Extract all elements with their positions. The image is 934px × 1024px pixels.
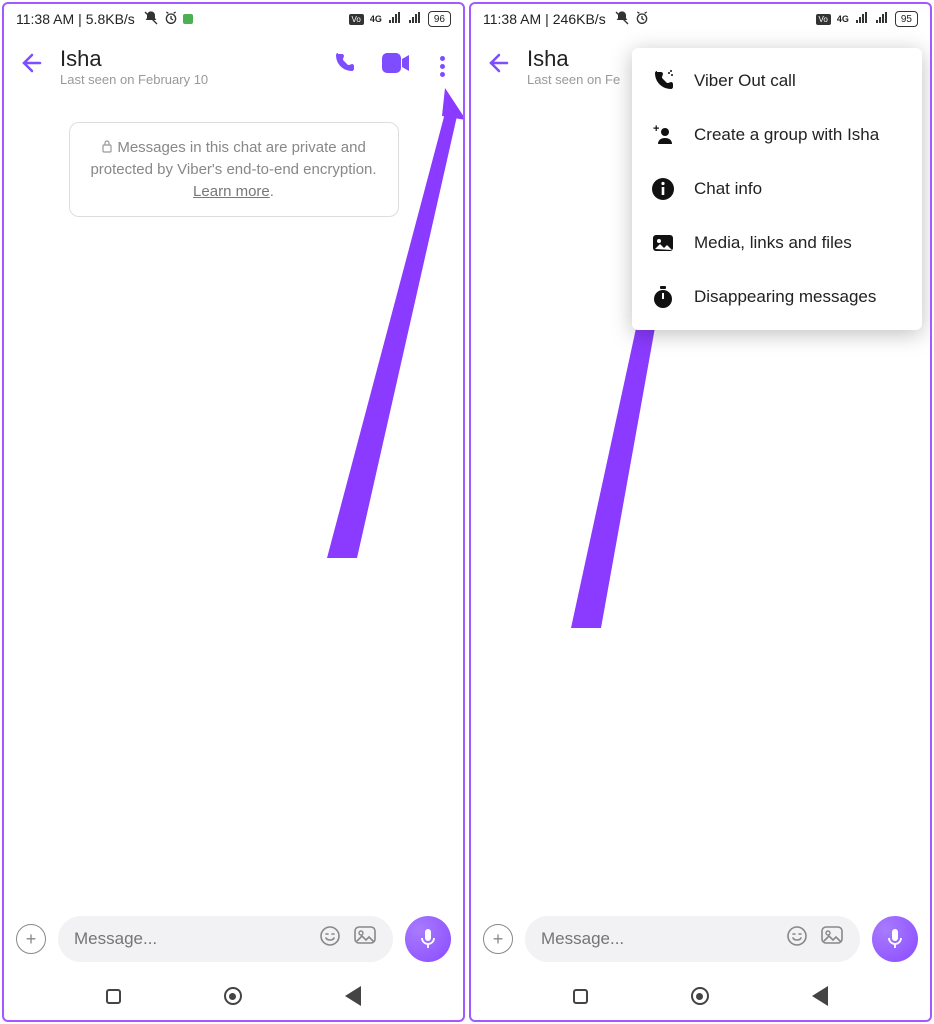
back-nav-button[interactable]	[812, 986, 828, 1006]
encryption-text: Messages in this chat are private and pr…	[90, 139, 376, 178]
android-nav-bar	[471, 972, 930, 1020]
volte-icon: Vo	[816, 14, 831, 25]
volte-icon: Vo	[349, 14, 364, 25]
status-bar: 11:38 AM | 246KB/s Vo 4G 95	[471, 4, 930, 34]
lock-icon	[101, 139, 117, 156]
menu-label: Disappearing messages	[694, 287, 876, 307]
attach-button[interactable]: +	[16, 924, 46, 954]
phone-out-icon	[650, 68, 676, 94]
gallery-button[interactable]	[820, 925, 844, 953]
menu-viber-out-call[interactable]: Viber Out call	[632, 54, 922, 108]
emoji-button[interactable]	[786, 925, 808, 953]
menu-label: Create a group with Isha	[694, 125, 879, 145]
chat-header: Isha Last seen on February 10	[4, 34, 463, 98]
timer-icon	[650, 284, 676, 310]
group-add-icon: +	[650, 122, 676, 148]
menu-chat-info[interactable]: Chat info	[632, 162, 922, 216]
status-time: 11:38 AM	[483, 11, 541, 27]
recent-apps-button[interactable]	[106, 989, 121, 1004]
learn-more-link[interactable]: Learn more	[193, 183, 270, 200]
signal-icon	[388, 12, 402, 27]
home-button[interactable]	[224, 987, 242, 1005]
menu-label: Chat info	[694, 179, 762, 199]
menu-label: Viber Out call	[694, 71, 796, 91]
media-icon	[650, 230, 676, 256]
menu-media[interactable]: Media, links and files	[632, 216, 922, 270]
signal-icon	[855, 12, 869, 27]
message-input-bar: +	[4, 906, 463, 972]
status-bar: 11:38 AM | 5.8KB/s Vo 4G 96	[4, 4, 463, 34]
menu-disappearing[interactable]: Disappearing messages	[632, 270, 922, 324]
bell-off-icon	[143, 10, 159, 29]
chat-messages-area: Messages in this chat are private and pr…	[4, 98, 463, 906]
phone-right: 11:38 AM | 246KB/s Vo 4G 95	[469, 2, 932, 1022]
status-speed: 5.8KB/s	[86, 11, 135, 27]
message-input-bar: +	[471, 906, 930, 972]
bell-off-icon	[614, 10, 630, 29]
emoji-button[interactable]	[319, 925, 341, 953]
signal-icon-2	[408, 12, 422, 27]
encryption-notice[interactable]: Messages in this chat are private and pr…	[69, 122, 399, 217]
4g-label: 4G	[837, 14, 849, 24]
voice-message-button[interactable]	[405, 916, 451, 962]
menu-create-group[interactable]: + Create a group with Isha	[632, 108, 922, 162]
message-input[interactable]	[74, 929, 307, 949]
back-nav-button[interactable]	[345, 986, 361, 1006]
svg-text:+: +	[653, 123, 659, 135]
phone-left: 11:38 AM | 5.8KB/s Vo 4G 96	[2, 2, 465, 1022]
video-call-button[interactable]	[382, 53, 410, 79]
contact-name: Isha	[60, 46, 314, 72]
home-button[interactable]	[691, 987, 709, 1005]
recent-apps-button[interactable]	[573, 989, 588, 1004]
signal-icon-2	[875, 12, 889, 27]
android-nav-bar	[4, 972, 463, 1020]
message-input[interactable]	[541, 929, 774, 949]
options-menu: Viber Out call + Create a group with Ish…	[632, 48, 922, 330]
battery-icon: 96	[428, 11, 451, 27]
back-button[interactable]	[485, 51, 509, 82]
voice-call-button[interactable]	[332, 51, 356, 81]
attach-button[interactable]: +	[483, 924, 513, 954]
status-sep: |	[78, 11, 82, 27]
gallery-button[interactable]	[353, 925, 377, 953]
alarm-icon	[163, 10, 179, 29]
status-sep: |	[545, 11, 549, 27]
leaf-icon	[183, 14, 193, 24]
contact-info[interactable]: Isha Last seen on February 10	[60, 46, 314, 87]
alarm-icon	[634, 10, 650, 29]
last-seen: Last seen on February 10	[60, 72, 314, 87]
voice-message-button[interactable]	[872, 916, 918, 962]
status-time: 11:38 AM	[16, 11, 74, 27]
more-options-button[interactable]	[436, 50, 449, 83]
message-input-container	[525, 916, 860, 962]
battery-icon: 95	[895, 11, 918, 27]
menu-label: Media, links and files	[694, 233, 852, 253]
message-input-container	[58, 916, 393, 962]
4g-label: 4G	[370, 14, 382, 24]
status-speed: 246KB/s	[553, 11, 606, 27]
info-icon	[650, 176, 676, 202]
back-button[interactable]	[18, 51, 42, 82]
